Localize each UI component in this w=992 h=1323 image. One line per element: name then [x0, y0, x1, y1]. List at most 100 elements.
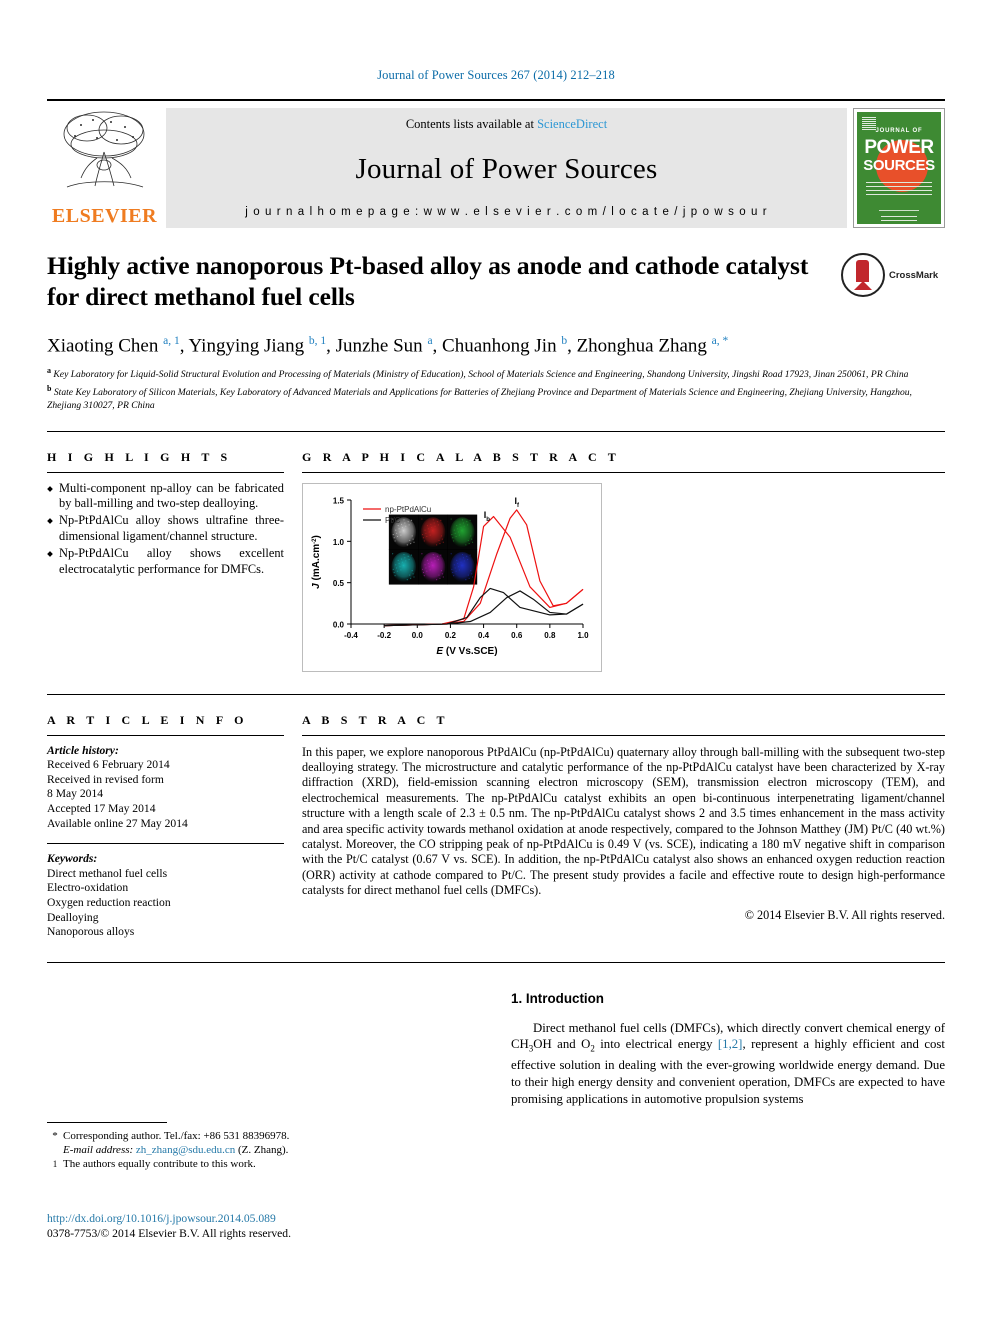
journal-header-center: Contents lists available at ScienceDirec… — [166, 108, 847, 228]
svg-text:1.0: 1.0 — [333, 537, 345, 546]
footnote-rule — [47, 1122, 167, 1123]
affiliation-a-text: Key Laboratory for Liquid-Solid Structur… — [53, 369, 909, 381]
highlights-section: H I G H L I G H T S Multi-component np-a… — [47, 450, 302, 672]
svg-text:-0.2: -0.2 — [377, 631, 391, 640]
footnote-corresponding-text: Corresponding author. Tel./fax: +86 531 … — [63, 1129, 467, 1157]
footnote-marker-one: 1 — [52, 1159, 58, 1169]
affiliations: a Key Laboratory for Liquid-Solid Struct… — [47, 365, 945, 412]
body-column-right: 1. Introduction Direct methanol fuel cel… — [511, 991, 945, 1108]
journal-homepage[interactable]: j o u r n a l h o m e p a g e : w w w . … — [245, 206, 768, 218]
contents-line: Contents lists available at ScienceDirec… — [406, 117, 607, 132]
graphical-abstract-heading: G R A P H I C A L A B S T R A C T — [302, 449, 621, 464]
history-item: Accepted 17 May 2014 — [47, 801, 156, 815]
elsevier-wordmark: ELSEVIER — [51, 205, 158, 227]
email-suffix: (Z. Zhang). — [238, 1144, 289, 1156]
title-block: CrossMark Highly active nanoporous Pt-ba… — [47, 250, 945, 413]
elsevier-tree-icon — [57, 108, 152, 194]
keywords-label: Keywords: — [47, 852, 98, 866]
cover-line-3: SOURCES — [863, 157, 935, 174]
section-divider — [47, 961, 945, 963]
affiliation-b-text: State Key Laboratory of Silicon Material… — [47, 387, 912, 411]
introduction-heading: 1. Introduction — [511, 990, 604, 1006]
keyword-item: Oxygen reduction reaction — [47, 895, 171, 909]
body-column-left — [47, 991, 481, 1108]
article-info-section: A R T I C L E I N F O Article history: R… — [47, 713, 302, 940]
journal-title: Journal of Power Sources — [355, 152, 658, 185]
affiliation-a: a Key Laboratory for Liquid-Solid Struct… — [47, 366, 909, 381]
contents-prefix: Contents lists available at — [405, 117, 538, 131]
svg-text:0.6: 0.6 — [511, 631, 523, 640]
list-item: Np-PtPdAlCu alloy shows excellent electr… — [47, 546, 284, 577]
list-item: Multi-component np-alloy can be fabricat… — [47, 481, 284, 512]
svg-text:J (mA.cm-2): J (mA.cm-2) — [311, 535, 322, 589]
svg-text:Pt/C: Pt/C — [385, 516, 401, 525]
abstract-text: In this paper, we explore nanoporous PtP… — [302, 744, 945, 898]
email-label: E-mail address: — [63, 1144, 134, 1156]
crossmark-badge[interactable]: CrossMark — [841, 252, 945, 298]
cover-line-1: JOURNAL OF — [875, 128, 923, 134]
email-link[interactable]: zh_zhang@sdu.edu.cn — [136, 1144, 235, 1156]
equal-contribution-text: The authors equally contribute to this w… — [63, 1158, 256, 1170]
crossmark-label: CrossMark — [889, 269, 939, 281]
footnote-marker-asterisk: * — [52, 1130, 58, 1142]
svg-text:0.0: 0.0 — [412, 631, 424, 640]
issn-copyright-line: 0378-7753/© 2014 Elsevier B.V. All right… — [47, 1227, 291, 1240]
list-item: Np-PtPdAlCu alloy shows ultrafine three-… — [47, 513, 284, 544]
keyword-item: Nanoporous alloys — [47, 925, 135, 939]
introduction-paragraph: Direct methanol fuel cells (DMFCs), whic… — [511, 1020, 945, 1108]
svg-text:E (V Vs.SCE): E (V Vs.SCE) — [436, 646, 497, 657]
svg-text:0.8: 0.8 — [544, 631, 556, 640]
cover-line-2: POWER — [864, 137, 934, 158]
footnote-corresponding: * Corresponding author. Tel./fax: +86 53… — [47, 1129, 467, 1157]
svg-text:0.0: 0.0 — [333, 620, 345, 629]
page-title: Highly active nanoporous Pt-based alloy … — [47, 251, 809, 311]
svg-text:0.2: 0.2 — [445, 631, 457, 640]
footnotes: * Corresponding author. Tel./fax: +86 53… — [47, 1122, 467, 1171]
keywords: Keywords: Direct methanol fuel cells Ele… — [47, 852, 284, 940]
sciencedirect-link[interactable]: ScienceDirect — [537, 117, 607, 131]
svg-text:0.4: 0.4 — [478, 631, 490, 640]
citation-link[interactable]: [1,2] — [718, 1037, 743, 1051]
email-line: E-mail address: zh_zhang@sdu.edu.cn (Z. … — [63, 1143, 467, 1157]
article-info-heading: A R T I C L E I N F O — [47, 712, 248, 727]
svg-text:0.5: 0.5 — [333, 579, 345, 588]
keyword-item: Dealloying — [47, 910, 99, 924]
highlights-list: Multi-component np-alloy can be fabricat… — [47, 481, 284, 577]
journal-article-page: Journal of Power Sources 267 (2014) 212–… — [0, 0, 992, 1323]
abstract-section: A B S T R A C T In this paper, we explor… — [302, 713, 945, 940]
journal-cover-thumbnail: JOURNAL OF POWER SOURCES — [853, 108, 945, 228]
svg-text:-0.4: -0.4 — [344, 631, 358, 640]
highlights-heading: H I G H L I G H T S — [47, 449, 232, 464]
doi-link[interactable]: http://dx.doi.org/10.1016/j.jpowsour.201… — [47, 1211, 291, 1226]
svg-text:np-PtPdAlCu: np-PtPdAlCu — [385, 505, 431, 514]
svg-text:1.0: 1.0 — [577, 631, 589, 640]
corresponding-line: Corresponding author. Tel./fax: +86 531 … — [63, 1130, 290, 1142]
article-history-label: Article history: — [47, 743, 119, 757]
svg-text:If: If — [514, 496, 520, 509]
graphical-abstract-figure: 0.0 0.5 1.0 1.5 -0.4 -0.2 0.0 0.2 0.4 0.6 0.8 1.0 E … — [302, 482, 945, 672]
doi-block: http://dx.doi.org/10.1016/j.jpowsour.201… — [47, 1211, 291, 1241]
article-history: Article history: Received 6 February 201… — [47, 744, 284, 832]
elsevier-logo: ELSEVIER — [47, 108, 162, 228]
intro-mid1: OH and O — [533, 1037, 591, 1052]
keyword-item: Electro-oxidation — [47, 881, 129, 895]
intro-mid2: into electrical energy — [594, 1037, 718, 1052]
svg-text:1.5: 1.5 — [333, 496, 345, 505]
history-item: Available online 27 May 2014 — [47, 816, 188, 830]
abstract-copyright: © 2014 Elsevier B.V. All rights reserved… — [744, 907, 945, 922]
journal-header: ELSEVIER Contents lists available at Sci… — [47, 99, 945, 228]
svg-text:Ib: Ib — [484, 510, 491, 523]
running-head: Journal of Power Sources 267 (2014) 212–… — [377, 68, 615, 82]
crossmark-icon — [841, 253, 885, 297]
history-item: 8 May 2014 — [47, 787, 104, 801]
cyclic-voltammetry-chart: 0.0 0.5 1.0 1.5 -0.4 -0.2 0.0 0.2 0.4 0.6 0.8 1.0 E … — [311, 496, 589, 657]
affiliation-b: b State Key Laboratory of Silicon Materi… — [47, 384, 912, 411]
history-item: Received in revised form — [47, 772, 164, 786]
author-list: Xiaoting Chen a, 1, Yingying Jiang b, 1,… — [47, 335, 729, 357]
footnote-equal-contribution: 1 The authors equally contribute to this… — [47, 1157, 467, 1171]
articleinfo-abstract-row: A R T I C L E I N F O Article history: R… — [47, 693, 945, 940]
history-item: Received 6 February 2014 — [47, 758, 170, 772]
body-columns: 1. Introduction Direct methanol fuel cel… — [47, 991, 945, 1108]
abstract-heading: A B S T R A C T — [302, 712, 449, 727]
highlights-graphical-row: H I G H L I G H T S Multi-component np-a… — [47, 430, 945, 672]
